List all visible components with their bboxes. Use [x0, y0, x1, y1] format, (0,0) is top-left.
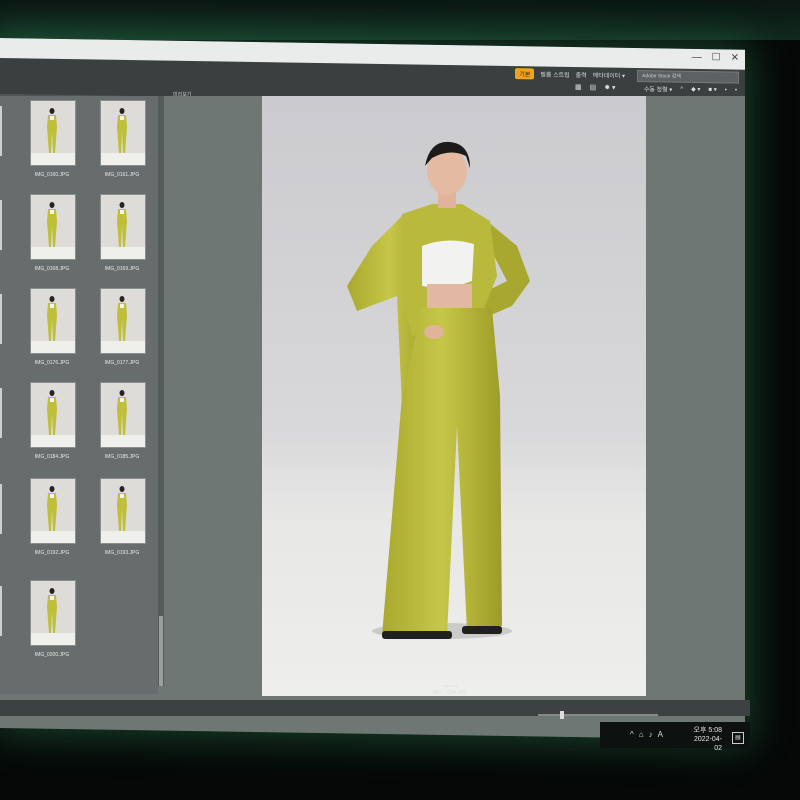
new-folder-icon[interactable]: ▪: [735, 87, 737, 93]
notification-icon[interactable]: ▤: [732, 732, 744, 744]
thumbnail[interactable]: [100, 478, 146, 544]
open-recent-icon[interactable]: ▪: [725, 87, 727, 93]
preview-image[interactable]: [262, 96, 646, 696]
system-tray: ^ ⌂ ♪ A: [630, 730, 663, 739]
close-icon[interactable]: ✕: [731, 52, 739, 63]
thumbnail[interactable]: [30, 478, 76, 544]
view-tools: ▦ ▤ ✹ ▾: [575, 83, 616, 92]
grid-view-icon[interactable]: ▦: [575, 83, 582, 91]
thumbnail-size-slider[interactable]: [538, 714, 658, 716]
maximize-icon[interactable]: ☐: [712, 52, 721, 63]
workspace-tabs: 기본 필름 스트립 출력 메타데이터 ▾: [515, 68, 625, 81]
thumbnail-label: IMG_0176.JPG: [34, 360, 70, 366]
partial-thumbnail[interactable]: [0, 388, 2, 438]
refine-icon[interactable]: ◆ ▾: [691, 86, 700, 93]
thumbnail[interactable]: [100, 288, 146, 354]
sort-ascending-icon[interactable]: ^: [680, 86, 683, 92]
workspace-tab-default[interactable]: 기본: [515, 68, 535, 80]
thumbnail[interactable]: [100, 194, 146, 260]
thumbnail[interactable]: [30, 288, 76, 354]
minimize-icon[interactable]: —: [692, 52, 702, 63]
scrollbar-thumb[interactable]: [159, 616, 163, 686]
clock[interactable]: 오후 5:08 2022-04-02: [690, 726, 722, 753]
thumbnail-label: IMG_0169.JPG: [104, 266, 140, 272]
thumbnail-label: IMG_0184.JPG: [34, 454, 70, 460]
thumbnail-label: IMG_0185.JPG: [104, 454, 140, 460]
sort-tools: 수동 정렬 ▾ ^ ◆ ▾ ■ ▾ ▪ ▪: [644, 84, 737, 94]
thumbnail[interactable]: [100, 382, 146, 448]
partial-thumbnail[interactable]: [0, 586, 2, 636]
model-photo: [347, 141, 530, 639]
ime-indicator[interactable]: A: [658, 730, 663, 739]
partial-thumbnail[interactable]: [0, 294, 2, 344]
thumbnail-label: IMG_0192.JPG: [34, 550, 70, 556]
partial-thumbnail[interactable]: [0, 200, 2, 250]
thumbnail-figure: [47, 486, 57, 531]
thumbnail-figure: [47, 108, 57, 153]
thumbnail-figure: [117, 202, 127, 247]
camera-icon[interactable]: ■ ▾: [708, 86, 716, 93]
volume-icon[interactable]: ♪: [649, 730, 653, 739]
workspace-tab-metadata[interactable]: 메타데이터 ▾: [593, 70, 625, 80]
monitor-bezel: [0, 0, 800, 40]
thumbnail[interactable]: [30, 194, 76, 260]
thumbnail-figure: [47, 588, 57, 633]
windows-taskbar: [600, 722, 750, 748]
settings-icon[interactable]: ✹ ▾: [604, 83, 615, 91]
thumbnail[interactable]: [100, 100, 146, 166]
clock-date: 2022-04-02: [693, 736, 722, 752]
search-input[interactable]: Adobe Stock 검색: [637, 70, 739, 84]
preview-filename: IMG_0194.JPG: [432, 690, 468, 696]
thumbnail-figure: [117, 296, 127, 341]
thumbnail-label: IMG_0160.JPG: [34, 172, 70, 178]
sort-dropdown[interactable]: 수동 정렬 ▾: [644, 84, 672, 93]
workspace-tab-output[interactable]: 출력: [576, 70, 587, 79]
partial-thumbnail[interactable]: [0, 484, 2, 534]
thumbnail-label: IMG_0168.JPG: [34, 266, 70, 272]
thumbnail-figure: [47, 390, 57, 435]
thumbnail[interactable]: [30, 100, 76, 166]
list-view-icon[interactable]: ▤: [590, 83, 597, 91]
thumbnail-figure: [117, 390, 127, 435]
thumbnail-label: IMG_0200.JPG: [34, 652, 70, 658]
clock-time: 오후 5:08: [693, 727, 722, 734]
thumbnail-label: IMG_0161.JPG: [104, 172, 140, 178]
thumbnail-figure: [117, 108, 127, 153]
thumbnail-figure: [117, 486, 127, 531]
workspace-tab-filmstrip[interactable]: 필름 스트립: [540, 69, 569, 78]
thumbnail-figure: [47, 296, 57, 341]
partial-thumbnail[interactable]: [0, 106, 2, 156]
window-controls: — ☐ ✕: [692, 52, 739, 64]
thumbnail-label: IMG_0177.JPG: [104, 360, 140, 366]
thumbnail[interactable]: [30, 382, 76, 448]
network-icon[interactable]: ⌂: [639, 730, 644, 739]
chevron-up-icon[interactable]: ^: [630, 730, 634, 739]
thumbnail-figure: [47, 202, 57, 247]
thumbnail[interactable]: [30, 580, 76, 646]
thumbnail-label: IMG_0193.JPG: [104, 550, 140, 556]
slider-knob[interactable]: [560, 711, 564, 719]
